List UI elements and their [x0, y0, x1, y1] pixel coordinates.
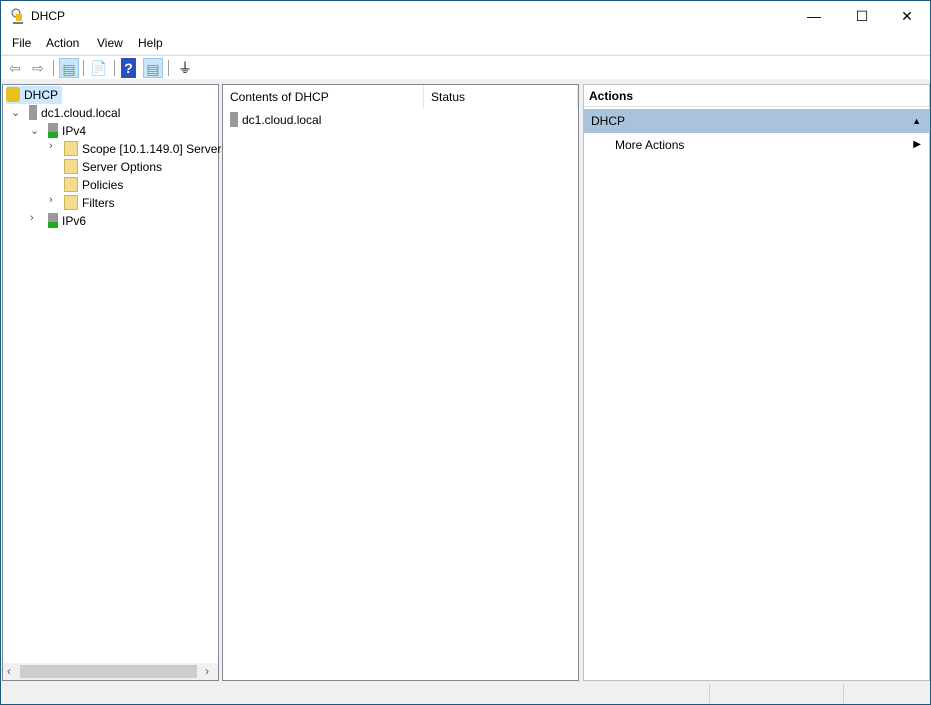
scroll-right-icon[interactable]: ›: [205, 664, 209, 678]
tree-label: IPv4: [62, 124, 87, 138]
status-divider: [843, 684, 844, 703]
close-button[interactable]: ✕: [884, 1, 930, 31]
tree-label: Filters: [82, 196, 115, 210]
dhcp-icon: [11, 8, 23, 24]
horizontal-scrollbar[interactable]: ‹ ›: [3, 663, 218, 680]
actions-section-dhcp[interactable]: DHCP ▲: [584, 109, 929, 133]
menu-file[interactable]: File: [12, 36, 31, 50]
tree-label: IPv6: [62, 214, 87, 228]
show-hide-action-pane-icon[interactable]: ▤: [143, 58, 163, 78]
menu-help[interactable]: Help: [138, 36, 163, 50]
collapse-up-icon[interactable]: ▲: [912, 109, 921, 133]
tree-label: DHCP: [24, 88, 59, 102]
server-icon[interactable]: ⏚: [175, 58, 195, 78]
chevron-right-icon[interactable]: ›: [49, 194, 59, 206]
tree-item-server[interactable]: dc1.cloud.local: [29, 104, 120, 122]
server-icon: [29, 105, 37, 120]
separator: [114, 60, 115, 76]
section-label: DHCP: [591, 114, 626, 128]
server-icon: [230, 112, 238, 127]
menu-action[interactable]: Action: [46, 36, 79, 50]
column-header-contents[interactable]: Contents of DHCP: [223, 85, 424, 109]
tree-label: Server Options: [82, 160, 163, 174]
policies-icon: [64, 177, 78, 192]
scrollbar-thumb[interactable]: [20, 665, 197, 678]
item-name: dc1.cloud.local: [242, 113, 322, 127]
chevron-down-icon[interactable]: ⌄: [30, 124, 40, 137]
status-bar: [1, 682, 930, 704]
server-check-icon: [48, 123, 58, 138]
menu-bar: File Action View Help: [1, 32, 930, 54]
server-options-icon: [64, 159, 78, 174]
tree-item-ipv4[interactable]: IPv4: [48, 122, 86, 140]
folder-icon: [64, 141, 78, 156]
help-icon[interactable]: ?: [121, 58, 136, 78]
scroll-left-icon[interactable]: ‹: [7, 664, 11, 678]
chevron-right-icon[interactable]: ›: [49, 140, 59, 152]
action-more-actions[interactable]: More Actions ▶: [584, 135, 929, 155]
submenu-arrow-icon: ▶: [913, 139, 921, 150]
actions-header: Actions: [584, 85, 929, 107]
tree-label: dc1.cloud.local: [41, 106, 121, 120]
mmc-window: DHCP — ☐ ✕ File Action View Help ⇦ ⇨ ▤ 📄…: [0, 0, 931, 705]
toolbar: ⇦ ⇨ ▤ 📄 ? ▤ ⏚: [1, 55, 930, 79]
tree-item-ipv6[interactable]: IPv6: [48, 212, 86, 230]
separator: [53, 60, 54, 76]
tree-item-server-options[interactable]: Server Options: [64, 158, 162, 176]
show-hide-console-tree-icon[interactable]: ▤: [59, 58, 79, 78]
tree-item-dhcp[interactable]: DHCP: [6, 86, 63, 104]
column-header-status[interactable]: Status: [424, 85, 578, 109]
tree-item-scope[interactable]: Scope [10.1.149.0] Servers: [64, 140, 227, 158]
tree-item-filters[interactable]: Filters: [64, 194, 115, 212]
chevron-down-icon[interactable]: ⌄: [11, 106, 21, 119]
separator: [168, 60, 169, 76]
menu-view[interactable]: View: [97, 36, 123, 50]
back-icon[interactable]: ⇦: [5, 58, 25, 78]
list-item[interactable]: dc1.cloud.local: [230, 111, 321, 129]
minimize-button[interactable]: —: [791, 1, 837, 31]
results-pane: Contents of DHCP Status dc1.cloud.local: [222, 84, 579, 681]
server-check-icon: [48, 213, 58, 228]
forward-icon[interactable]: ⇨: [28, 58, 48, 78]
actions-pane: Actions DHCP ▲ More Actions ▶: [583, 84, 930, 681]
console-tree: DHCP ⌄ dc1.cloud.local ⌄ IPv4 › Scope [1…: [2, 84, 227, 681]
filter-icon: [64, 195, 78, 210]
status-divider: [709, 684, 710, 703]
maximize-button[interactable]: ☐: [839, 1, 885, 31]
title-bar: DHCP — ☐ ✕: [1, 1, 930, 32]
tree-label: Scope [10.1.149.0] Servers: [82, 142, 228, 156]
chevron-right-icon[interactable]: ›: [30, 212, 40, 224]
dhcp-icon: [6, 87, 20, 102]
window-title: DHCP: [31, 9, 66, 23]
tree-item-policies[interactable]: Policies: [64, 176, 123, 194]
action-label: More Actions: [615, 138, 685, 152]
export-list-icon[interactable]: 📄: [89, 58, 109, 78]
tree-label: Policies: [82, 178, 124, 192]
separator: [83, 60, 84, 76]
